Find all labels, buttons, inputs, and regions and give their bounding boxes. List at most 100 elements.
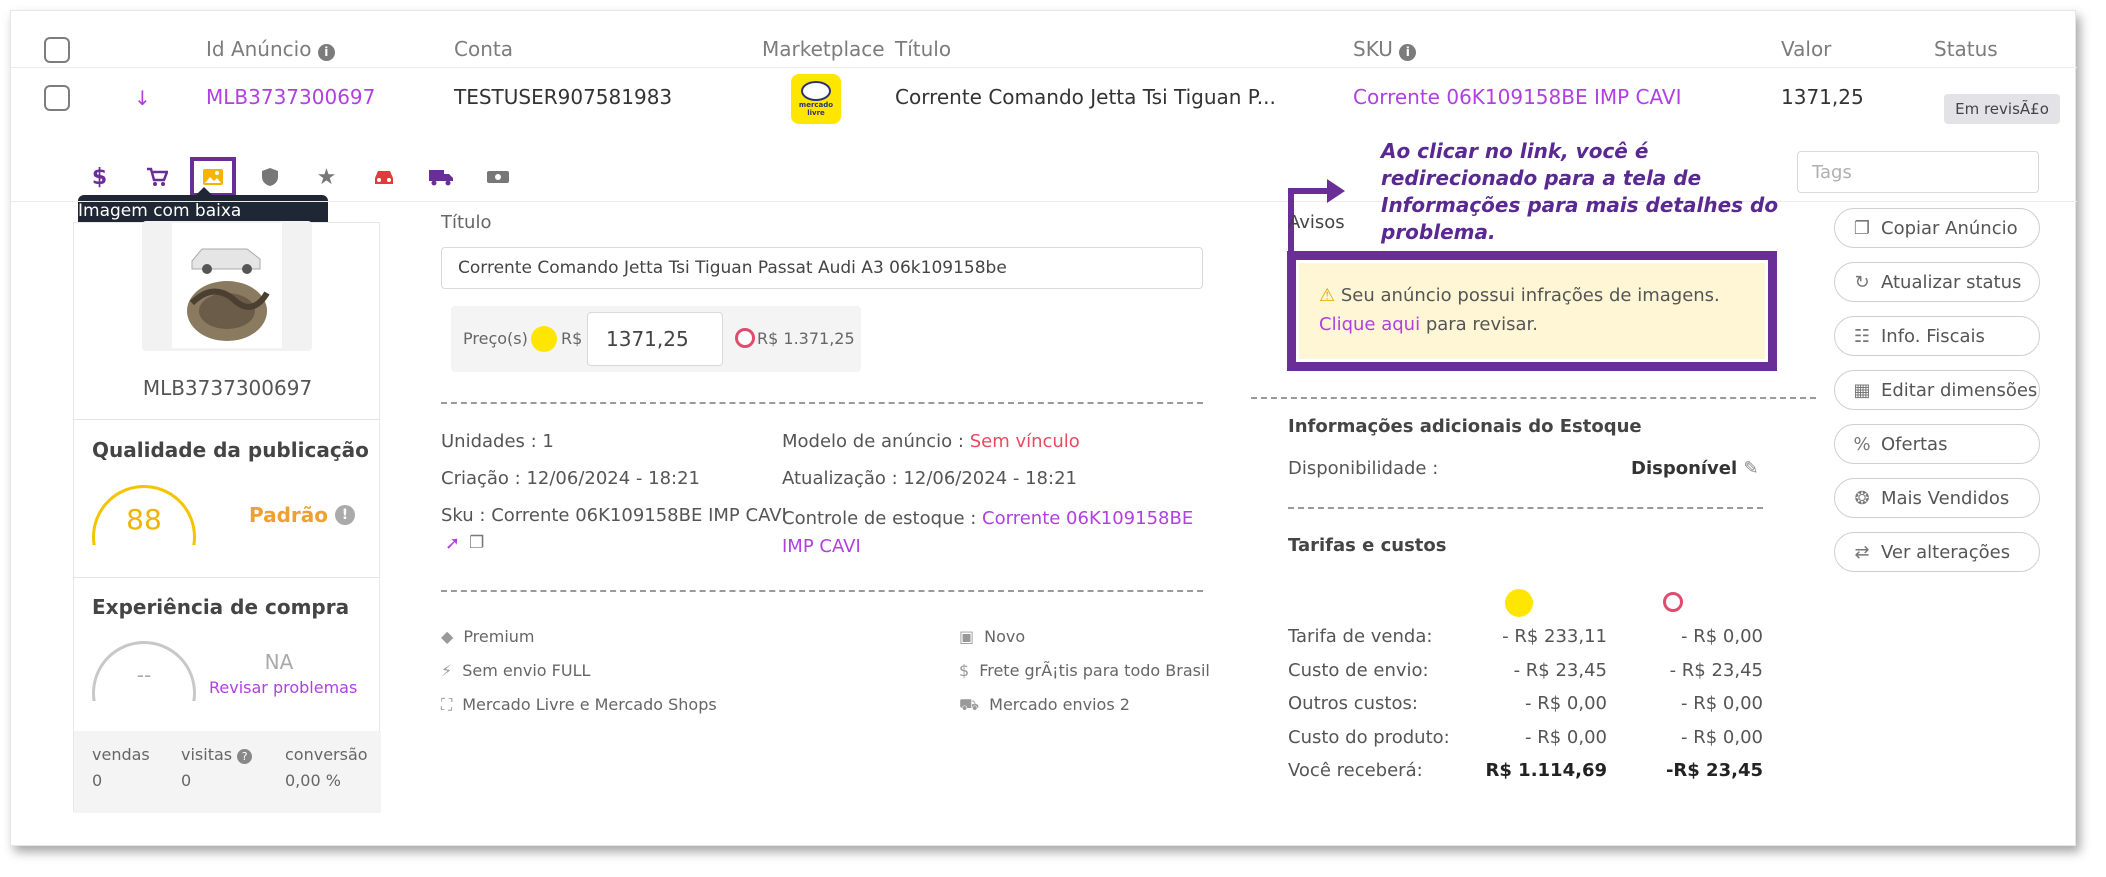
review-problems-link[interactable]: Revisar problemas — [209, 678, 357, 697]
box-icon: ▣ — [959, 627, 975, 646]
info-icon: i — [317, 44, 335, 61]
action-button[interactable]: ⇄ Ver alterações — [1834, 532, 2040, 572]
feature-frete: $ Frete grÃ¡tis para todo Brasil — [959, 661, 1210, 680]
label: Premium — [463, 627, 535, 646]
ml-column-logo — [1505, 589, 1533, 617]
tarifa-ml: - R$ 0,00 — [1525, 726, 1607, 748]
experience-value: NA — [264, 650, 294, 674]
refresh-icon: ↻ — [1854, 271, 1870, 293]
value: Disponível — [1631, 458, 1738, 479]
stat-conversao-value: 0,00 % — [285, 771, 341, 790]
dollar-icon: $ — [91, 164, 108, 190]
alert-suffix: para revisar. — [1425, 314, 1539, 335]
feature-channels: ⛶ Mercado Livre e Mercado Shops — [441, 695, 717, 715]
shield-tab[interactable] — [241, 157, 298, 197]
truck-icon — [428, 170, 453, 186]
warning-icon: ⚠ — [1319, 285, 1336, 306]
controle-link[interactable]: Corrente 06K109158BE — [982, 508, 1193, 529]
tarifa-shops: - R$ 0,00 — [1681, 626, 1763, 647]
price-tab[interactable]: $ — [71, 157, 128, 197]
header-marketplace[interactable]: Marketplace — [762, 37, 885, 61]
product-image[interactable] — [172, 223, 282, 348]
store-icon: ⛶ — [441, 695, 453, 714]
money-tab[interactable] — [469, 157, 526, 197]
expand-arrow-icon[interactable]: ↓ — [134, 86, 151, 110]
copy-icon[interactable]: ❐ — [469, 533, 484, 553]
tarifa-shops: - R$ 0,00 — [1681, 693, 1763, 714]
disponibilidade-value: Disponível ✎ — [1631, 458, 1759, 479]
action-button[interactable]: ▦ Editar dimensões — [1834, 370, 2040, 410]
dashed-divider — [1288, 507, 1763, 509]
copy-icon: ❐ — [1853, 217, 1871, 239]
stat-conversao-label: conversão — [285, 745, 368, 764]
action-button[interactable]: ❐ Copiar Anúncio — [1834, 208, 2040, 248]
row-id[interactable]: MLB3737300697 — [206, 85, 375, 109]
divider — [74, 419, 379, 420]
action-button[interactable]: ↻ Atualizar status — [1834, 262, 2040, 302]
precos-label: Preço(s) — [463, 329, 528, 348]
row-conta: TESTUSER907581983 — [454, 85, 673, 109]
header-conta[interactable]: Conta — [454, 37, 513, 61]
quality-label: Padrão — [249, 503, 329, 527]
label: visitas — [181, 745, 233, 764]
titulo-input[interactable]: Corrente Comando Jetta Tsi Tiguan Passat… — [441, 247, 1203, 289]
tarifa-shops: - R$ 0,00 — [1681, 726, 1763, 748]
header-status[interactable]: Status — [1934, 37, 1998, 61]
help-icon[interactable]: ? — [237, 749, 253, 764]
action-button[interactable]: ☷ Info. Fiscais — [1834, 316, 2040, 356]
stat-vendas-label: vendas — [92, 745, 150, 764]
action-button[interactable]: % Ofertas — [1834, 424, 2040, 464]
estoque-title: Informações adicionais do Estoque — [1288, 416, 1642, 437]
car-icon — [374, 171, 393, 184]
stat-visitas-label: visitas ? — [181, 745, 253, 764]
price-input[interactable]: 1371,25 — [587, 312, 723, 366]
header-valor[interactable]: Valor — [1781, 37, 1831, 61]
swap-icon: ⇄ — [1854, 541, 1870, 563]
action-label: Info. Fiscais — [1881, 325, 1985, 347]
review-link[interactable]: Clique aqui — [1319, 314, 1420, 335]
unidades: Unidades : 1 — [441, 431, 554, 452]
avisos-alert: ⚠ Seu anúncio possui infrações de imagen… — [1299, 263, 1765, 359]
row-checkbox[interactable] — [44, 85, 70, 111]
header-id-anuncio[interactable]: Id Anúncio i — [206, 37, 335, 61]
document-icon: ☷ — [1853, 325, 1871, 347]
action-label: Ver alterações — [1881, 541, 2011, 563]
edit-icon[interactable]: ✎ — [1743, 458, 1758, 479]
controle-link-cont[interactable]: IMP CAVI — [782, 536, 861, 557]
feature-full: ⚡ Sem envio FULL — [441, 661, 590, 680]
handshake-icon — [801, 81, 831, 101]
stats-panel: vendas 0 visitas ? 0 conversão 0,00 % — [74, 731, 381, 813]
quality-info-icon[interactable]: ! — [335, 505, 355, 525]
percent-icon: % — [1853, 433, 1871, 455]
row-sku-link[interactable]: Corrente 06K109158BE IMP CAVI — [1353, 85, 1682, 109]
feature-envios: ⛟ Mercado envios 2 — [959, 695, 1130, 716]
external-link-icon[interactable]: ➚ — [445, 533, 460, 554]
star-tab[interactable]: ★ — [298, 157, 355, 197]
shipping-tab[interactable] — [412, 157, 469, 197]
row-titulo: Corrente Comando Jetta Tsi Tiguan P... — [895, 85, 1276, 109]
select-all-checkbox[interactable] — [44, 37, 70, 63]
header-titulo[interactable]: Título — [895, 37, 951, 61]
criacao: Criação : 12/06/2024 - 18:21 — [441, 468, 701, 489]
tarifa-ml: - R$ 0,00 — [1525, 693, 1607, 714]
car-tab[interactable] — [355, 157, 412, 197]
dashed-divider — [441, 402, 1203, 404]
atualizacao: Atualização : 12/06/2024 - 18:21 — [782, 468, 1077, 489]
cart-tab[interactable] — [128, 157, 185, 197]
cart-icon — [146, 167, 168, 186]
card-listing-id: MLB3737300697 — [142, 376, 313, 400]
label: Controle de estoque : — [782, 508, 977, 529]
action-label: Mais Vendidos — [1881, 487, 2010, 509]
header-label: SKU — [1353, 37, 1393, 61]
tarifa-ml: R$ 1.114,69 — [1485, 760, 1607, 781]
label: Frete grÃ¡tis para todo Brasil — [979, 661, 1210, 680]
tags-input[interactable]: Tags — [1797, 151, 2039, 193]
action-label: Editar dimensões — [1881, 379, 2038, 401]
tarifas-title: Tarifas e custos — [1288, 535, 1447, 556]
label: Modelo de anúncio : — [782, 431, 964, 452]
action-button[interactable]: ❂ Mais Vendidos — [1834, 478, 2040, 518]
quality-title: Qualidade da publicação — [92, 438, 369, 462]
header-sku[interactable]: SKU i — [1353, 37, 1417, 61]
dollar-icon: $ — [959, 661, 970, 680]
feature-premium: ◆ Premium — [441, 627, 535, 646]
